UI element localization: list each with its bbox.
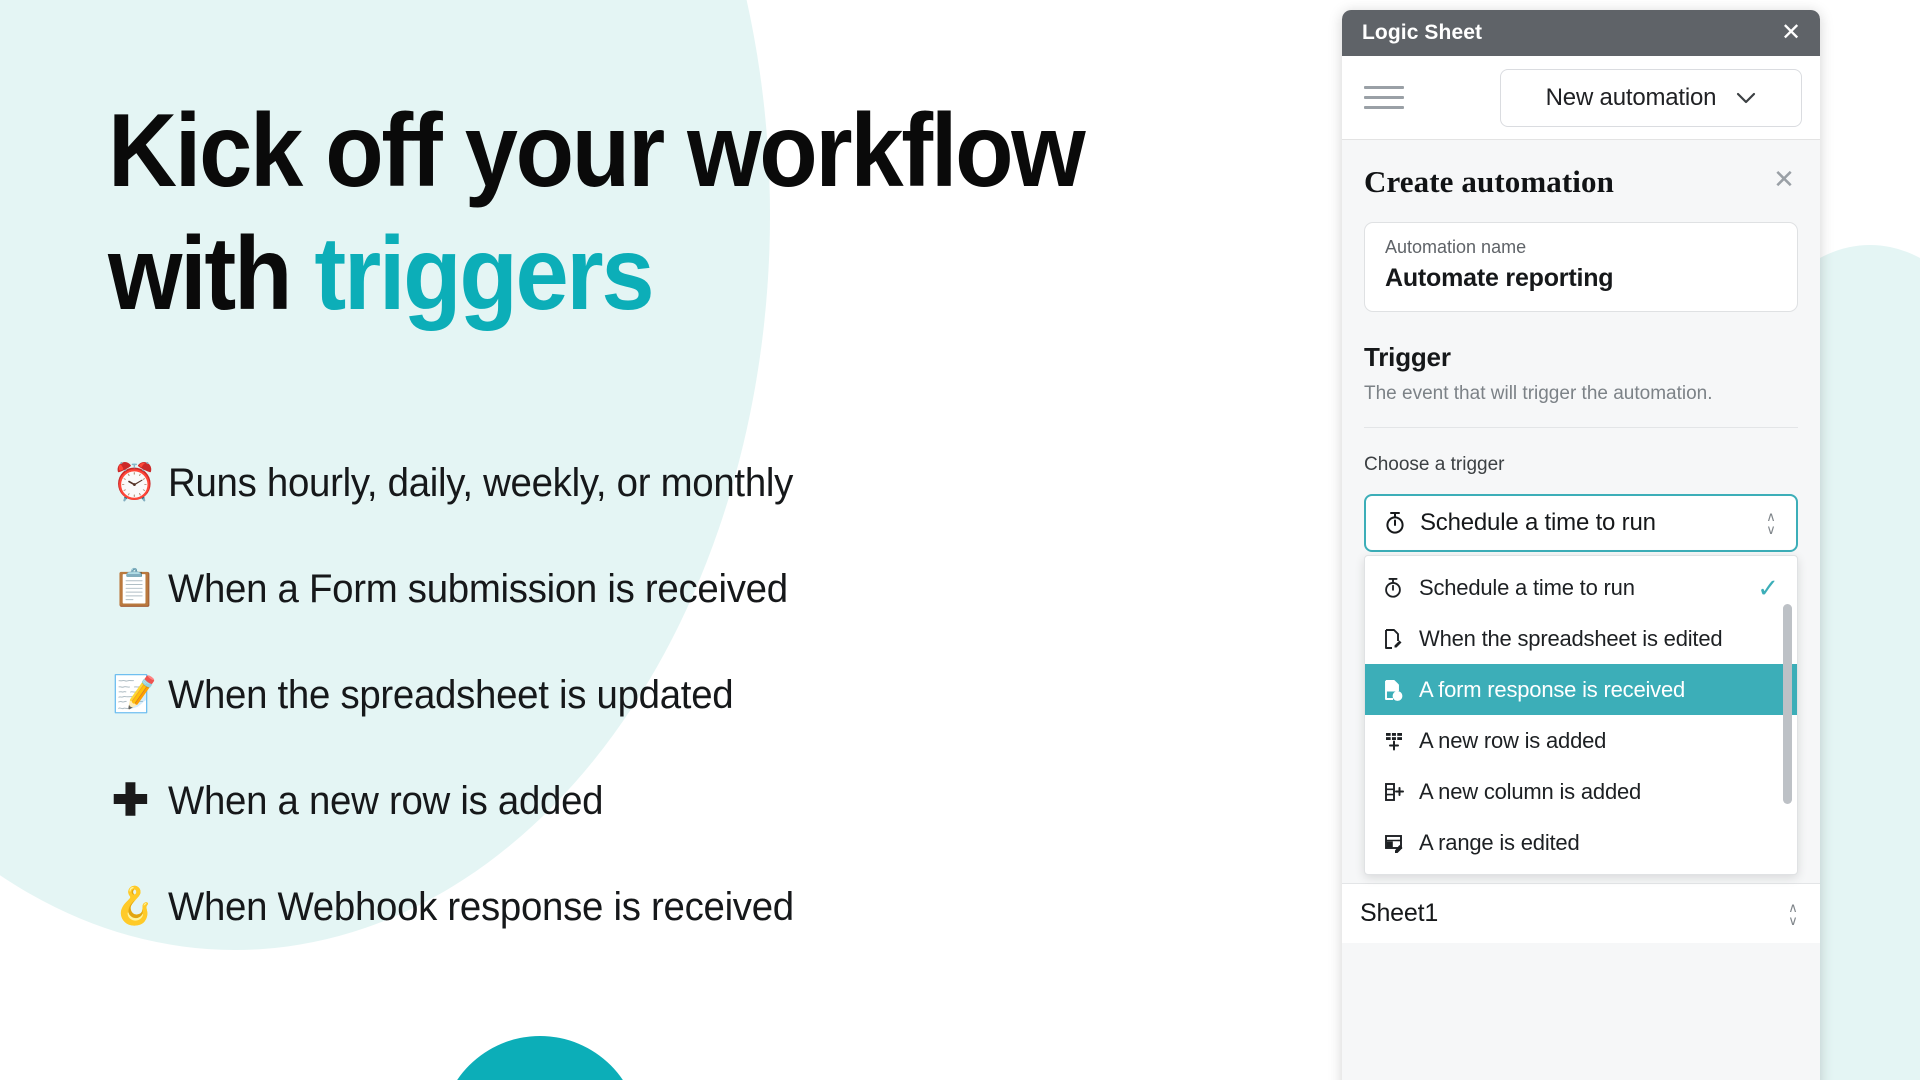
- panel-title: Logic Sheet: [1362, 21, 1483, 44]
- form-response-icon: ?: [1383, 679, 1419, 701]
- hamburger-line: [1364, 106, 1404, 109]
- page-title: Kick off your workflow with triggers: [108, 90, 1166, 335]
- list-item-label: When a Form submission is received: [168, 566, 788, 611]
- slide-canvas: Kick off your workflow with triggers ⏰ R…: [0, 0, 1920, 1080]
- trigger-description: The event that will trigger the automati…: [1364, 383, 1713, 404]
- logic-sheet-addon-panel: Logic Sheet ✕ New automation Create auto…: [1342, 10, 1820, 1080]
- stepper-down-glyph: ∨: [1788, 912, 1798, 928]
- slide-content: Kick off your workflow with triggers ⏰ R…: [0, 0, 1330, 1080]
- new-automation-button[interactable]: New automation: [1500, 68, 1802, 127]
- trigger-option-schedule[interactable]: Schedule a time to run ✓: [1365, 562, 1797, 613]
- range-edit-icon: [1383, 832, 1419, 854]
- column-add-icon: [1383, 781, 1419, 803]
- stopwatch-icon: [1384, 511, 1420, 535]
- automation-name-value: Automate reporting: [1385, 264, 1614, 292]
- trigger-option-new-row[interactable]: A new row is added: [1365, 715, 1797, 766]
- list-item: 📝 When the spreadsheet is updated: [112, 642, 1232, 748]
- close-icon[interactable]: ✕: [1770, 166, 1798, 192]
- section-title: Create automation: [1364, 164, 1614, 199]
- list-item: 📋 When a Form submission is received: [112, 536, 1232, 642]
- list-item-label: When a new row is added: [168, 778, 604, 823]
- stepper-up-glyph: ∧: [1766, 509, 1776, 524]
- hamburger-line: [1364, 96, 1404, 99]
- file-edit-icon: [1383, 628, 1419, 650]
- divider: [1364, 427, 1798, 428]
- stopwatch-icon: [1383, 577, 1419, 599]
- hamburger-line: [1364, 86, 1404, 89]
- chevron-down-icon: [1736, 92, 1756, 104]
- list-item-label: When the spreadsheet is updated: [168, 672, 734, 717]
- automation-name-field[interactable]: Automation name Automate reporting: [1364, 222, 1798, 312]
- trigger-feature-list: ⏰ Runs hourly, daily, weekly, or monthly…: [112, 430, 1232, 960]
- panel-toolbar: New automation: [1342, 56, 1820, 140]
- hook-emoji: 🪝: [112, 886, 157, 927]
- trigger-option-spreadsheet-edited[interactable]: When the spreadsheet is edited: [1365, 613, 1797, 664]
- stepper-icon[interactable]: ∧ ∨: [1782, 899, 1804, 928]
- row-add-icon: [1383, 730, 1419, 752]
- sheet-selector[interactable]: Sheet1 ∧ ∨: [1342, 883, 1820, 943]
- trigger-option-new-column[interactable]: A new column is added: [1365, 766, 1797, 817]
- list-item: ⏰ Runs hourly, daily, weekly, or monthly: [112, 430, 1232, 536]
- list-item: ✚ When a new row is added: [112, 748, 1232, 854]
- trigger-option-label: A new column is added: [1419, 778, 1642, 804]
- trigger-option-label: A new row is added: [1419, 727, 1607, 753]
- list-item-label: Runs hourly, daily, weekly, or monthly: [168, 460, 794, 505]
- trigger-option-range-edited[interactable]: A range is edited: [1365, 817, 1797, 868]
- stepper-up-glyph: ∧: [1788, 899, 1798, 915]
- trigger-option-label: When the spreadsheet is edited: [1419, 625, 1723, 651]
- trigger-heading: Trigger: [1364, 342, 1451, 372]
- stepper-down-glyph: ∨: [1766, 522, 1776, 537]
- close-icon[interactable]: ✕: [1776, 21, 1806, 45]
- check-icon: ✓: [1757, 572, 1779, 603]
- new-automation-label: New automation: [1545, 83, 1717, 111]
- hamburger-icon[interactable]: [1364, 83, 1404, 113]
- trigger-select[interactable]: Schedule a time to run ∧ ∨: [1364, 494, 1798, 552]
- trigger-section: Trigger The event that will trigger the …: [1342, 312, 1820, 875]
- clipboard-emoji: 📋: [112, 568, 157, 609]
- memo-pencil-emoji: 📝: [112, 674, 157, 715]
- dropdown-scrollbar-thumb[interactable]: [1783, 604, 1792, 804]
- list-item-label: When Webhook response is received: [168, 884, 794, 929]
- headline-accent-word: triggers: [314, 215, 654, 332]
- trigger-options-dropdown: Schedule a time to run ✓ When the spread…: [1364, 555, 1798, 875]
- headline-line-1: Kick off your workflow: [108, 93, 1086, 209]
- choose-trigger-label: Choose a trigger: [1364, 454, 1505, 475]
- trigger-option-label: A form response is received: [1419, 676, 1686, 702]
- automation-name-label: Automation name: [1385, 237, 1527, 257]
- sheet-selector-value: Sheet1: [1360, 899, 1439, 927]
- alarm-clock-emoji: ⏰: [112, 462, 157, 503]
- trigger-select-value: Schedule a time to run: [1420, 509, 1656, 536]
- heavy-plus-sign-icon: ✚: [112, 776, 149, 825]
- headline-line-2-prefix: with: [108, 215, 315, 332]
- create-automation-header: Create automation ✕: [1342, 140, 1820, 222]
- trigger-option-form-response[interactable]: ? A form response is received: [1365, 664, 1797, 715]
- stepper-icon[interactable]: ∧ ∨: [1760, 509, 1782, 537]
- panel-body: Create automation ✕ Automation name Auto…: [1342, 140, 1820, 1080]
- list-item: 🪝 When Webhook response is received: [112, 854, 1232, 960]
- svg-text:?: ?: [1396, 693, 1400, 700]
- trigger-option-label: A range is edited: [1419, 829, 1580, 855]
- trigger-option-label: Schedule a time to run: [1419, 574, 1635, 600]
- panel-titlebar: Logic Sheet ✕: [1342, 10, 1820, 56]
